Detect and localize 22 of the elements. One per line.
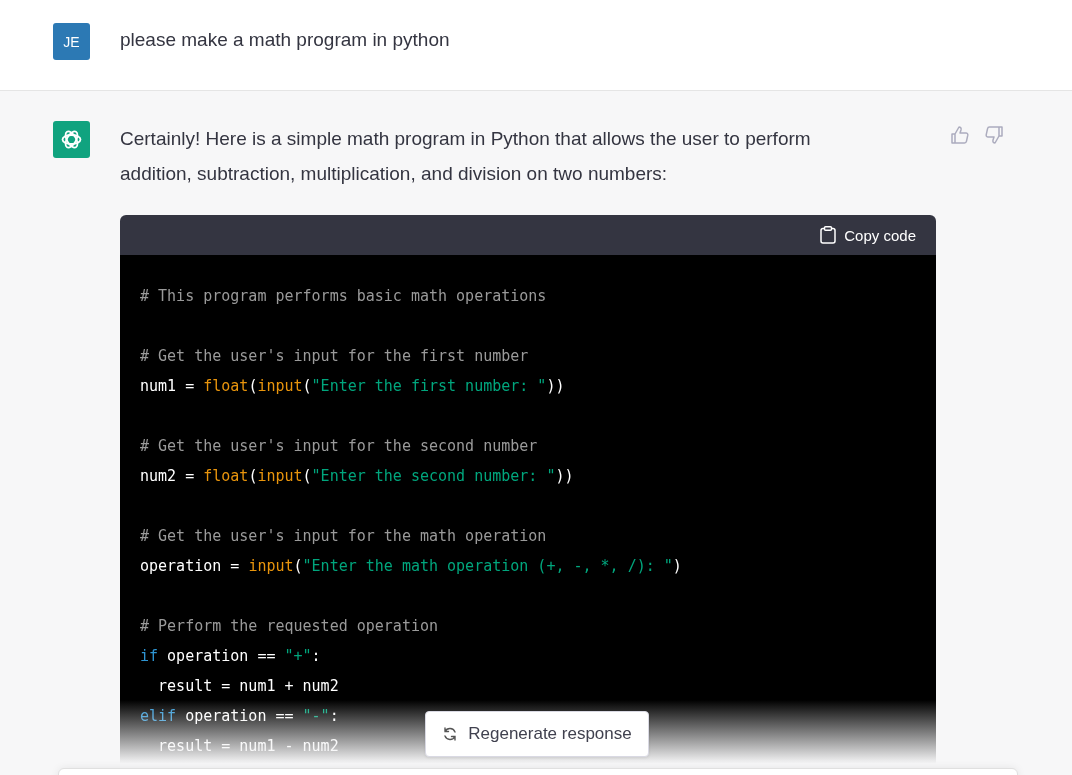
user-message: please make a math program in python [120,28,450,52]
code-line: num1 = float(input("Enter the first number: ")) [140,376,565,397]
code-line: num2 = float(input("Enter the second number: ")) [140,466,574,487]
refresh-icon [442,726,459,742]
code-line: result = num1 + num2 [157,676,339,697]
code-line: result = num1 - num2 [157,736,339,757]
code-line: # Perform the requested operation [140,616,438,637]
code-line: elif operation == "-": [140,706,339,727]
user-avatar: JE [53,23,90,60]
thumbs-down-icon[interactable] [984,125,1004,145]
clipboard-icon [820,226,837,244]
code-line: # Get the user's input for the first number [140,346,529,367]
code-line: # This program performs basic math operations [140,286,547,307]
code-line: # Get the user's input for the math operation [140,526,547,547]
code-line: operation = input("Enter the math operation (+, -, *, /): ") [140,556,682,577]
copy-code-button[interactable]: Copy code [820,226,916,244]
thumbs-up-icon[interactable] [950,125,970,145]
assistant-message: Certainly! Here is a simple math program in Python that allows the user to perform addition, subtraction, multiplication, and division on two numbers: [120,127,812,186]
code-line: if operation == "+": [140,646,321,667]
code-line: # Get the user's input for the second number [140,436,538,457]
assistant-logo-icon [53,121,90,158]
regenerate-response-button[interactable]: Regenerate response [425,711,649,757]
